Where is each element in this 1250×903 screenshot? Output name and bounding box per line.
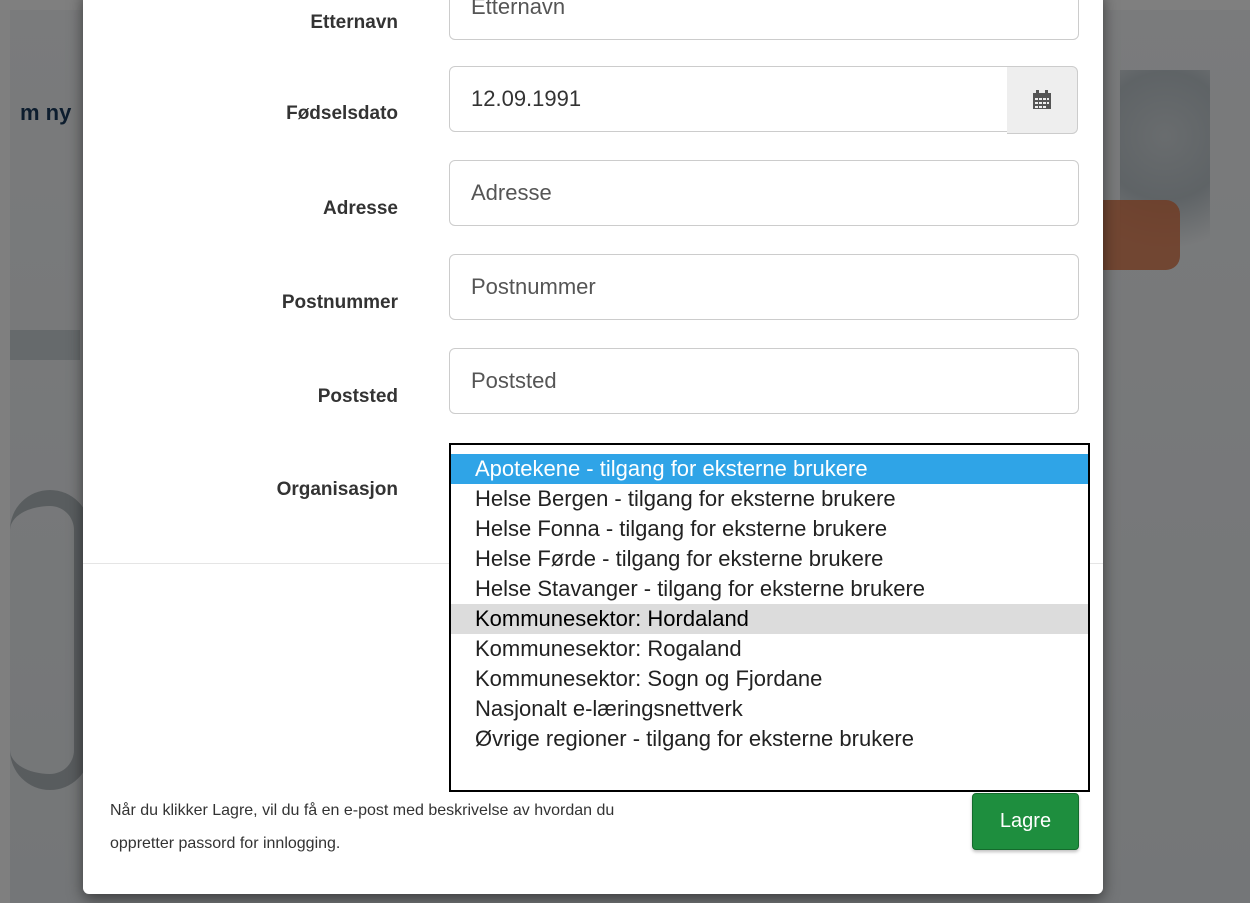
organisasjon-option[interactable]: Apotekene - tilgang for eksterne brukere (451, 454, 1088, 484)
poststed-label: Poststed (317, 386, 398, 407)
organisasjon-option[interactable]: Øvrige regioner - tilgang for eksterne b… (451, 724, 1088, 754)
organisasjon-label: Organisasjon (276, 479, 398, 500)
organisasjon-option[interactable]: Kommunesektor: Sogn og Fjordane (451, 664, 1088, 694)
save-info-line: oppretter passord for innlogging. (110, 835, 341, 852)
organisasjon-option[interactable]: Kommunesektor: Rogaland (451, 634, 1088, 664)
fodselsdato-label: Fødselsdato (286, 103, 398, 124)
adresse-input[interactable]: Adresse (449, 160, 1079, 226)
fodselsdato-input[interactable]: 12.09.1991 (449, 66, 1008, 132)
save-button[interactable]: Lagre (972, 793, 1079, 850)
postnummer-label: Postnummer (281, 292, 398, 313)
poststed-input[interactable]: Poststed (449, 348, 1079, 414)
etternavn-label: Etternavn (310, 12, 398, 33)
organisasjon-option[interactable]: Helse Bergen - tilgang for eksterne bruk… (451, 484, 1088, 514)
save-info-text: Når du klikker Lagre, vil du få en e-pos… (110, 794, 830, 860)
organisasjon-option[interactable]: Nasjonalt e-læringsnettverk (451, 694, 1088, 724)
postnummer-input[interactable]: Postnummer (449, 254, 1079, 320)
etternavn-input[interactable]: Etternavn (449, 0, 1079, 40)
calendar-icon (1033, 90, 1051, 109)
organisasjon-option[interactable]: Kommunesektor: Hordaland (451, 604, 1088, 634)
organisasjon-option[interactable]: Helse Førde - tilgang for eksterne bruke… (451, 544, 1088, 574)
organisasjon-dropdown-list[interactable]: Apotekene - tilgang for eksterne brukere… (449, 443, 1090, 792)
adresse-label: Adresse (323, 198, 398, 219)
calendar-button[interactable] (1007, 66, 1078, 134)
save-info-line: Når du klikker Lagre, vil du få en e-pos… (110, 802, 615, 819)
organisasjon-option[interactable]: Helse Fonna - tilgang for eksterne bruke… (451, 514, 1088, 544)
registration-modal: Etternavn Etternavn Fødselsdato 12.09.19… (83, 0, 1103, 894)
organisasjon-option[interactable]: Helse Stavanger - tilgang for eksterne b… (451, 574, 1088, 604)
